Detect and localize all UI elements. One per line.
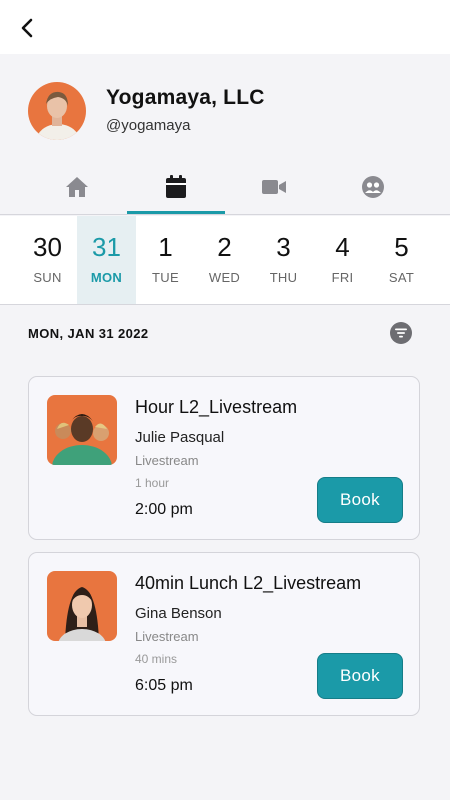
day-name: MON [90, 270, 123, 285]
studio-handle: @yogamaya [106, 117, 191, 134]
filter-button[interactable] [390, 322, 412, 344]
chevron-left-icon [21, 18, 33, 38]
day-name: WED [208, 270, 241, 285]
day-number: 31 [92, 232, 121, 262]
class-thumbnail [47, 571, 117, 641]
class-type: Livestream [135, 453, 199, 468]
class-duration: 1 hour [135, 476, 170, 490]
divider [0, 214, 450, 215]
community-icon [362, 176, 384, 198]
back-button[interactable] [14, 14, 42, 42]
day-name: THU [269, 270, 298, 285]
tab-home[interactable] [28, 160, 126, 214]
class-duration: 40 mins [135, 652, 178, 666]
class-thumbnail [47, 395, 117, 465]
class-title: 40min Lunch L2_Livestream [135, 573, 362, 593]
day-number: 1 [158, 232, 173, 262]
studio-name: Yogamaya, LLC [106, 86, 265, 109]
avatar[interactable] [28, 82, 86, 140]
book-button[interactable]: Book [317, 653, 403, 699]
day-number: 30 [33, 232, 62, 262]
day-sat[interactable]: 5 SAT [372, 216, 431, 304]
day-name: SUN [33, 270, 62, 285]
divider [0, 304, 450, 305]
home-icon [66, 177, 88, 197]
day-sun[interactable]: 30 SUN [18, 216, 77, 304]
day-mon[interactable]: 31 MON [77, 216, 136, 304]
day-name: TUE [152, 270, 179, 285]
class-card[interactable]: 40min Lunch L2_Livestream Gina Benson Li… [28, 552, 420, 716]
day-selector: 30 SUN 31 MON 1 TUE 2 WED 3 THU 4 FRI 5 … [0, 216, 450, 304]
day-number: 5 [394, 232, 409, 262]
tab-calendar[interactable] [127, 160, 225, 214]
class-time: 6:05 pm [135, 677, 193, 694]
class-type: Livestream [135, 629, 199, 644]
tab-bar [0, 160, 450, 216]
calendar-icon [166, 175, 186, 198]
day-tue[interactable]: 1 TUE [136, 216, 195, 304]
day-number: 2 [217, 232, 232, 262]
class-card[interactable]: Hour L2_Livestream Julie Pasqual Livestr… [28, 376, 420, 540]
day-name: SAT [388, 270, 415, 285]
day-thu[interactable]: 3 THU [254, 216, 313, 304]
video-camera-icon [262, 180, 286, 194]
class-title: Hour L2_Livestream [135, 397, 298, 417]
tab-community[interactable] [324, 160, 422, 214]
date-row: MON, JAN 31 2022 [0, 306, 450, 360]
class-time: 2:00 pm [135, 501, 193, 518]
day-fri[interactable]: 4 FRI [313, 216, 372, 304]
class-teacher: Julie Pasqual [135, 429, 225, 446]
tab-video[interactable] [225, 160, 323, 214]
day-name: FRI [331, 270, 354, 285]
book-button[interactable]: Book [317, 477, 403, 523]
class-teacher: Gina Benson [135, 605, 222, 622]
top-bar [0, 0, 450, 54]
selected-date-label: MON, JAN 31 2022 [28, 326, 149, 341]
day-wed[interactable]: 2 WED [195, 216, 254, 304]
filter-icon [395, 328, 407, 338]
day-number: 4 [335, 232, 350, 262]
day-number: 3 [276, 232, 291, 262]
